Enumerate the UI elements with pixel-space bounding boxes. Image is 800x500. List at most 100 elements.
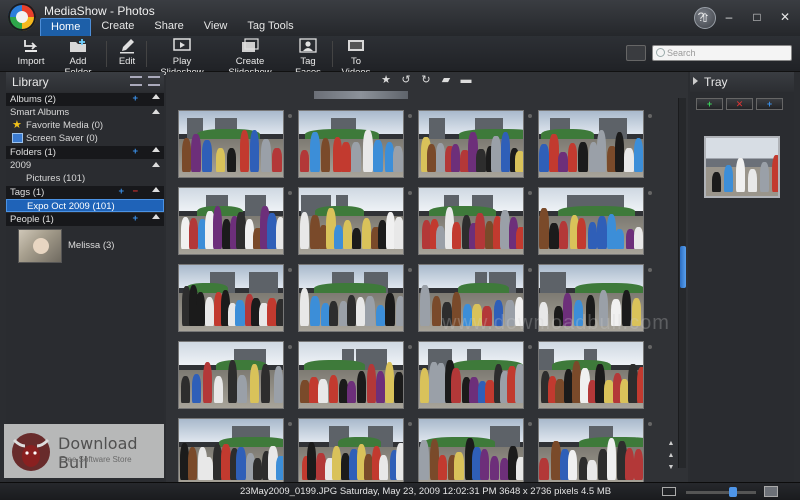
- scroll-up-icon[interactable]: ▲: [666, 452, 676, 459]
- zoom-in-icon[interactable]: [764, 486, 778, 497]
- photo-thumbnail[interactable]: [178, 341, 284, 409]
- photo-person: [452, 221, 462, 249]
- thumbnail-marker: [528, 268, 532, 272]
- app-logo-icon[interactable]: [8, 3, 36, 31]
- people-section[interactable]: People (1) +: [6, 213, 164, 226]
- menu-tag-tools[interactable]: Tag Tools: [237, 18, 303, 36]
- photo-person: [587, 459, 597, 480]
- photo-thumbnail[interactable]: [418, 418, 524, 486]
- collapse-arrow-icon[interactable]: [152, 214, 160, 219]
- photo-thumbnail[interactable]: [538, 418, 644, 486]
- photo-thumbnail[interactable]: [298, 187, 404, 255]
- photo-thumbnail[interactable]: [298, 110, 404, 178]
- photo-person: [355, 296, 366, 326]
- tags-section[interactable]: Tags (1) + −: [6, 186, 164, 199]
- photo-person: [365, 295, 375, 326]
- add-folder-icon[interactable]: +: [132, 146, 138, 157]
- photo-thumbnail[interactable]: [418, 187, 524, 255]
- photo-thumbnail[interactable]: [538, 110, 644, 178]
- tag-expo-oct-2009[interactable]: Expo Oct 2009 (101): [6, 199, 164, 212]
- person-melissa[interactable]: Melissa (3): [6, 226, 164, 266]
- maximize-button[interactable]: □: [748, 9, 766, 25]
- photo-person: [539, 208, 549, 249]
- photo-thumbnail[interactable]: [298, 341, 404, 409]
- photo-person: [491, 135, 501, 172]
- smart-albums-header[interactable]: Smart Albums: [6, 106, 164, 119]
- tray-add-selected-button[interactable]: +: [696, 98, 723, 110]
- favorite-star-icon[interactable]: ★: [380, 74, 392, 86]
- tray-add-button[interactable]: +: [756, 98, 783, 110]
- minimize-button[interactable]: –: [720, 9, 738, 25]
- folders-label: Folders (1): [10, 147, 56, 158]
- menu-home[interactable]: Home: [40, 18, 92, 36]
- zoom-out-icon[interactable]: [662, 487, 676, 496]
- list-view-icon[interactable]: [130, 76, 142, 86]
- menu-create[interactable]: Create: [91, 18, 144, 36]
- add-person-icon[interactable]: +: [132, 213, 138, 224]
- thumbnail-marker: [288, 191, 292, 195]
- add-album-icon[interactable]: +: [132, 93, 138, 104]
- folders-section[interactable]: Folders (1) +: [6, 146, 164, 159]
- tray-thumbnail[interactable]: [704, 136, 780, 198]
- photo-thumbnail[interactable]: [178, 187, 284, 255]
- album-screen-saver[interactable]: Screen Saver (0): [6, 132, 164, 145]
- photo-person: [352, 228, 362, 249]
- photo-thumbnail[interactable]: [178, 110, 284, 178]
- sort-icon[interactable]: [148, 76, 160, 86]
- photo-person: [437, 454, 448, 480]
- screen-saver-icon: [12, 133, 23, 143]
- rotate-left-icon[interactable]: ↺: [400, 74, 412, 86]
- photo-person: [375, 371, 386, 403]
- scrollbar-thumb[interactable]: [680, 246, 686, 288]
- add-tag-icon[interactable]: +: [118, 186, 124, 197]
- grid-scrollbar[interactable]: [678, 98, 686, 468]
- bull-logo-icon: [12, 433, 50, 471]
- photo-person: [202, 140, 212, 172]
- collapse-arrow-icon[interactable]: [152, 147, 160, 152]
- zoom-slider[interactable]: [686, 487, 756, 497]
- collapse-arrow-icon[interactable]: [152, 187, 160, 192]
- help-button[interactable]: ?: [692, 9, 710, 25]
- face-search-icon[interactable]: [626, 45, 646, 61]
- photo-person: [567, 142, 577, 172]
- search-input[interactable]: Search: [652, 45, 792, 61]
- photo-person: [624, 448, 635, 480]
- photo-person: [551, 440, 561, 480]
- albums-section[interactable]: Albums (2) +: [6, 93, 164, 106]
- folder-pictures[interactable]: Pictures (101): [6, 172, 164, 185]
- year-label: 2009: [10, 160, 32, 171]
- tray-remove-button[interactable]: ✕: [726, 98, 753, 110]
- menu-share[interactable]: Share: [144, 18, 193, 36]
- collapse-arrow-icon[interactable]: [152, 109, 160, 114]
- edit-button[interactable]: Edit: [116, 38, 138, 67]
- photo-thumbnail[interactable]: [418, 341, 524, 409]
- photo-person: [261, 139, 271, 172]
- scroll-top-icon[interactable]: ▲: [666, 440, 676, 447]
- folder-move-icon[interactable]: ▰: [440, 74, 452, 86]
- tray-collapse-icon[interactable]: [693, 77, 698, 85]
- menu-view[interactable]: View: [194, 18, 238, 36]
- photo-thumbnail[interactable]: [178, 418, 284, 486]
- toolbar-divider: [146, 41, 147, 67]
- photo-thumbnail[interactable]: [178, 264, 284, 332]
- scroll-down-icon[interactable]: ▼: [666, 464, 676, 471]
- folder-open-icon[interactable]: ▬: [460, 74, 472, 86]
- photo-thumbnail[interactable]: [418, 110, 524, 178]
- remove-tag-icon[interactable]: −: [132, 186, 138, 197]
- collapse-arrow-icon[interactable]: [152, 94, 160, 99]
- photo-person: [275, 216, 283, 249]
- import-button[interactable]: Import: [16, 38, 46, 67]
- photo-thumbnail[interactable]: [298, 264, 404, 332]
- rotate-right-icon[interactable]: ↻: [420, 74, 432, 86]
- close-button[interactable]: ✕: [776, 9, 794, 25]
- year-group-2009[interactable]: 2009: [6, 159, 164, 172]
- photo-thumbnail[interactable]: [538, 341, 644, 409]
- photo-thumbnail[interactable]: [538, 187, 644, 255]
- thumbnail-marker: [408, 268, 412, 272]
- watermark-tagline: Free Software Store: [60, 455, 132, 464]
- zoom-slider-handle[interactable]: [729, 487, 738, 497]
- photo-thumbnail[interactable]: [298, 418, 404, 486]
- photo-person: [516, 456, 523, 480]
- collapse-arrow-icon[interactable]: [152, 162, 160, 167]
- album-favorite-media[interactable]: ★ Favorite Media (0): [6, 119, 164, 132]
